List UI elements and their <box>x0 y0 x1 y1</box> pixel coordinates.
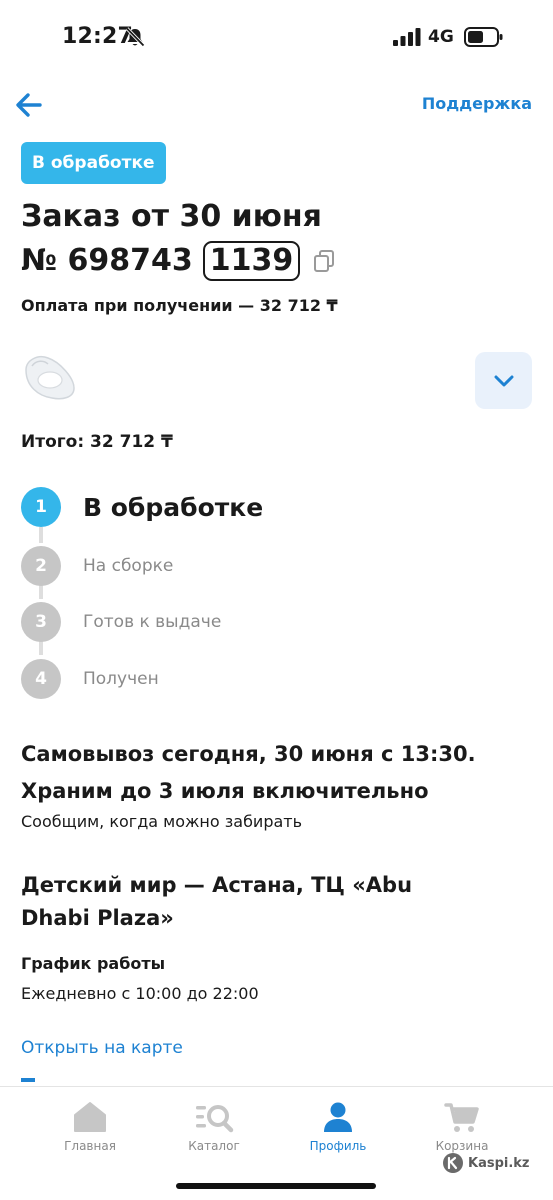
schedule-value: Ежедневно с 10:00 до 22:00 <box>21 984 259 1003</box>
step-connector <box>39 527 43 543</box>
copy-icon[interactable] <box>312 249 336 273</box>
step-number: 2 <box>21 546 61 586</box>
step-processing: 1 В обработке <box>21 487 263 527</box>
pickup-date: Самовывоз сегодня, 30 июня с 13:30. <box>21 742 476 766</box>
profile-icon <box>324 1102 352 1132</box>
expand-products-button[interactable] <box>475 352 532 409</box>
home-indicator <box>176 1183 376 1189</box>
step-label: В обработке <box>83 492 264 522</box>
tab-cart[interactable]: Корзина <box>407 1101 517 1153</box>
pickup-storage: Храним до 3 июля включительно <box>21 779 429 803</box>
step-label: На сборке <box>83 556 174 576</box>
signal-icon <box>393 28 421 46</box>
kaspi-watermark: Kaspi.kz <box>442 1152 530 1174</box>
network-type: 4G <box>428 27 454 47</box>
support-link[interactable]: Поддержка <box>422 94 532 113</box>
step-assembly: 2 На сборке <box>21 546 173 586</box>
step-label: Готов к выдаче <box>83 612 222 632</box>
schedule-title: График работы <box>21 954 166 973</box>
tab-label: Профиль <box>309 1139 367 1153</box>
order-total: Итого: 32 712 ₸ <box>21 432 173 452</box>
tab-catalog[interactable]: Каталог <box>159 1101 269 1153</box>
chevron-down-icon <box>494 375 513 386</box>
battery-icon <box>464 27 503 47</box>
catalog-search-icon <box>196 1105 234 1133</box>
back-arrow-icon[interactable] <box>12 88 46 122</box>
order-title: Заказ от 30 июня <box>21 199 322 234</box>
product-thumbnail[interactable] <box>18 346 78 406</box>
status-bar: 12:27 4G <box>0 0 553 76</box>
tab-label: Корзина <box>435 1139 489 1153</box>
order-number: № 698743 1139 <box>21 239 336 283</box>
pickup-notice: Сообщим, когда можно забирать <box>21 812 303 831</box>
watermark-text: Kaspi.kz <box>468 1155 530 1171</box>
order-number-prefix: № 698743 <box>21 243 193 278</box>
bell-off-icon <box>125 27 145 47</box>
status-time: 12:27 <box>62 24 134 49</box>
status-badge: В обработке <box>21 142 166 184</box>
tab-profile[interactable]: Профиль <box>283 1101 393 1153</box>
step-number: 3 <box>21 602 61 642</box>
order-code-box: 1139 <box>202 241 301 281</box>
step-number: 1 <box>21 487 61 527</box>
pickup-info: Самовывоз сегодня, 30 июня с 13:30. Хран… <box>21 736 476 810</box>
cart-icon <box>444 1103 479 1132</box>
home-icon <box>74 1102 106 1132</box>
open-map-link[interactable]: Открыть на карте <box>21 1038 183 1058</box>
tab-label: Главная <box>64 1139 116 1153</box>
step-ready: 3 Готов к выдаче <box>21 602 221 642</box>
tab-label: Каталог <box>188 1139 240 1153</box>
cut-off-link[interactable] <box>21 1078 35 1082</box>
tab-home[interactable]: Главная <box>35 1101 145 1153</box>
step-label: Получен <box>83 669 159 689</box>
payment-info: Оплата при получении — 32 712 ₸ <box>21 296 338 315</box>
kaspi-logo-icon <box>443 1153 463 1173</box>
store-name: Детский мир — Астана, ТЦ «Abu Dhabi Plaz… <box>21 873 413 930</box>
step-received: 4 Получен <box>21 659 159 699</box>
step-number: 4 <box>21 659 61 699</box>
